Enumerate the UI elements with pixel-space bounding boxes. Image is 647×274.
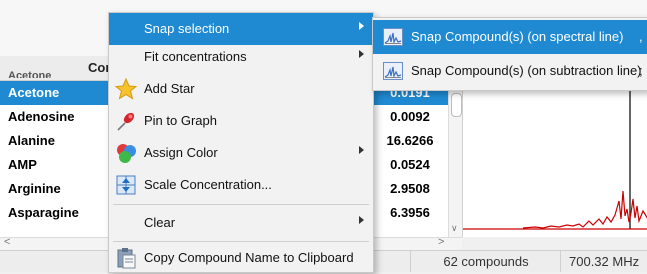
submenu-arrow-icon [359,216,364,224]
shortcut-hint: ; [639,63,643,78]
compound-concentration: 16.6266 [386,133,434,148]
menu-item-label: Snap Compound(s) (on spectral line) [411,29,624,44]
compound-name: Alanine [8,133,55,148]
scroll-down-icon[interactable]: ∨ [451,223,458,234]
menu-item-pin-to-graph[interactable]: Pin to Graph [109,105,373,137]
compound-name: Acetone [8,85,60,100]
compound-name: Adenosine [8,109,75,124]
clipboard-icon [117,248,136,269]
compound-concentration: 0.0092 [390,109,430,124]
menu-item-label: Scale Concentration... [144,177,272,192]
spectrum-icon [383,62,403,80]
compound-name: AMP [8,157,37,172]
menu-item-label: Pin to Graph [144,113,217,128]
sort-header-fragment: Acetone [8,70,52,78]
compound-count: 62 compounds [410,251,561,272]
menu-item-scale-concentration[interactable]: Scale Concentration... [109,169,373,201]
scrollbar-thumb[interactable] [451,93,462,117]
menu-item-label: Add Star [144,81,195,96]
menu-item-copy-compound-name[interactable]: Copy Compound Name to Clipboard [109,242,373,274]
menu-item-label: Snap Compound(s) (on subtraction line) [411,63,642,78]
menu-item-snap-subtraction-line[interactable]: Snap Compound(s) (on subtraction line) ; [373,54,647,88]
compound-name: Arginine [8,181,61,196]
shortcut-hint: , [639,29,643,44]
menu-item-fit-concentrations[interactable]: Fit concentrations [109,41,373,73]
spectrum-graph [463,81,647,230]
scroll-right-icon[interactable]: > [438,236,444,248]
compound-concentration: 2.9508 [390,181,430,196]
compound-concentration: 0.0524 [390,157,430,172]
spectrum-plot[interactable] [462,81,647,237]
menu-separator [113,204,369,205]
menu-item-label: Fit concentrations [144,49,247,64]
snap-selection-submenu: Snap Compound(s) (on spectral line) , Sn… [372,17,647,91]
compound-concentration: 6.3956 [390,205,430,220]
menu-item-clear[interactable]: Clear [109,207,373,239]
spectrometer-frequency: 700.32 MHz [560,251,647,272]
submenu-arrow-icon [359,50,364,58]
menu-item-label: Copy Compound Name to Clipboard [144,250,354,265]
menu-item-assign-color[interactable]: Assign Color [109,137,373,169]
color-balls-icon [117,144,136,163]
submenu-arrow-icon [359,146,364,154]
spectrum-icon [383,28,403,46]
menu-item-snap-spectral-line[interactable]: Snap Compound(s) (on spectral line) , [373,20,647,54]
star-icon [115,78,137,100]
scale-icon [116,175,136,195]
submenu-arrow-icon [359,22,364,30]
vertical-scrollbar[interactable]: ∨ [448,81,463,237]
menu-item-label: Assign Color [144,145,218,160]
compound-name: Asparagine [8,205,79,220]
menu-item-label: Snap selection [144,21,230,36]
menu-item-add-star[interactable]: Add Star [109,73,373,105]
context-menu: Snap selection Fit concentrations Add St… [108,12,374,273]
menu-item-label: Clear [144,215,176,230]
scroll-left-icon[interactable]: < [4,236,10,248]
pushpin-icon [117,112,135,131]
